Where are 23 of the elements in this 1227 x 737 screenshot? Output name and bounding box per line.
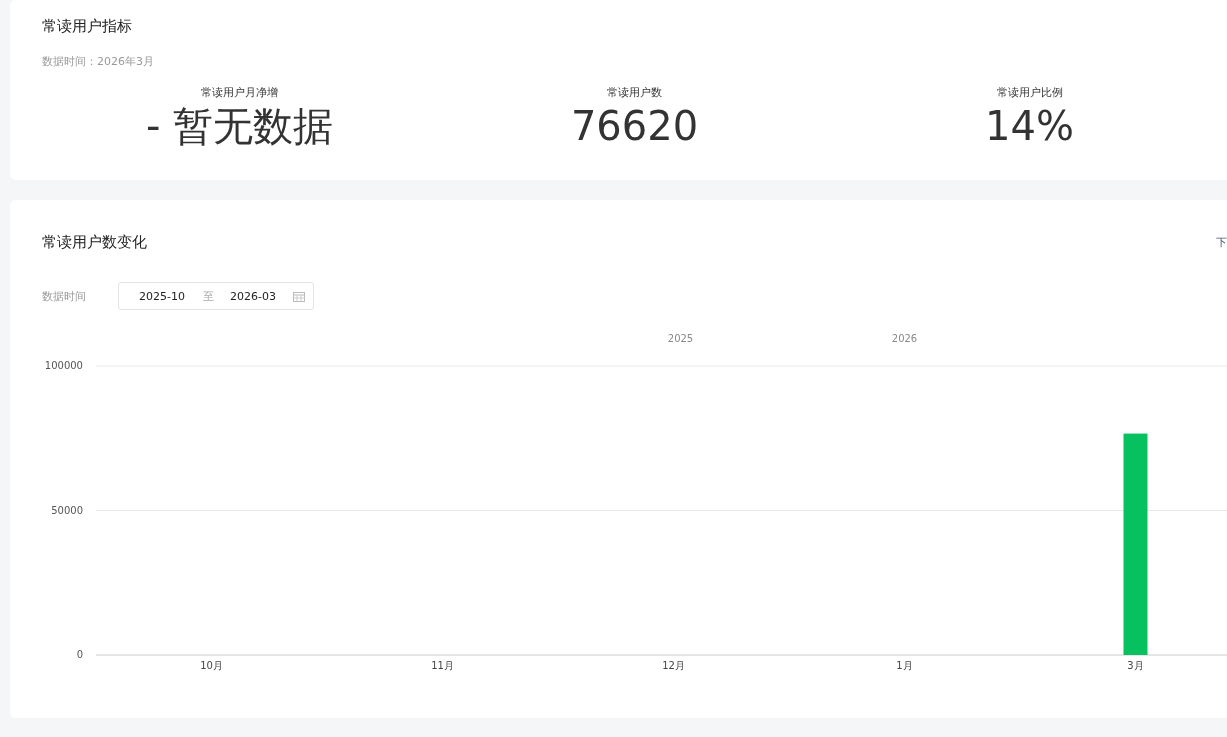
- x-axis-label: 1月: [896, 660, 913, 671]
- metric-value: - 暂无数据: [145, 102, 334, 150]
- x-axis-label: 10月: [200, 660, 223, 671]
- year-label: 2025: [667, 333, 694, 344]
- card-title: 常读用户指标: [41, 16, 133, 36]
- metric-label: 常读用户比例: [996, 85, 1063, 100]
- x-axis-label: 3月: [1127, 660, 1144, 671]
- year-label: 2026: [891, 333, 918, 344]
- x-axis-label: 12月: [662, 660, 685, 671]
- card-title: 常读用户数变化: [42, 232, 147, 252]
- metric-value: 76620: [570, 102, 699, 150]
- metric-label: 常读用户月净增: [201, 85, 278, 100]
- download-link[interactable]: 下: [1216, 234, 1227, 250]
- metric-value: 14%: [985, 102, 1074, 150]
- data-time: 数据时间：2026年3月: [41, 54, 155, 69]
- date-label: 数据时间: [42, 288, 87, 304]
- y-axis-label: 0: [76, 649, 83, 660]
- x-axis-label: 11月: [431, 660, 454, 671]
- date-range-field[interactable]: 2025-10 至 2026-03: [118, 282, 314, 310]
- y-axis-label: 100000: [44, 360, 83, 371]
- metric-label: 常读用户数: [607, 85, 662, 100]
- calendar-icon: [293, 290, 305, 302]
- y-axis-label: 50000: [51, 504, 83, 516]
